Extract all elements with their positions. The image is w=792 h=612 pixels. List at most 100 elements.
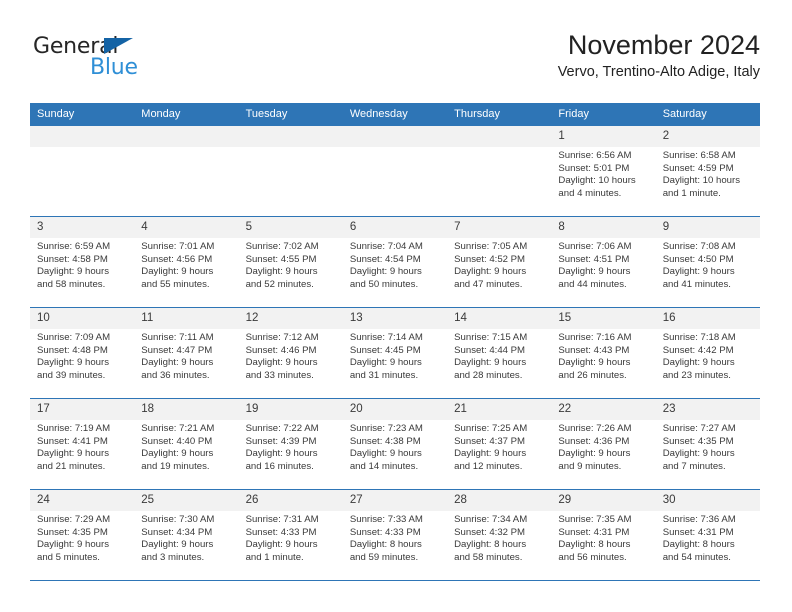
day-details: Sunrise: 7:21 AM Sunset: 4:40 PM Daylight:… [134,420,238,473]
calendar-day-cell[interactable]: 27 Sunrise: 7:33 AM Sunset: 4:33 PM Dayligh… [342,489,448,581]
calendar-day-cell[interactable]: 12 Sunrise: 7:12 AM Sunset: 4:46 PM Dayligh… [238,307,343,399]
day-details: Sunrise: 7:34 AM Sunset: 4:32 PM Daylight:… [447,511,551,564]
day-number [134,126,239,147]
calendar-day-cell[interactable]: 11 Sunrise: 7:11 AM Sunset: 4:47 PM Dayligh… [134,307,239,399]
sunrise-time: Sunrise: 7:29 AM [37,514,111,525]
day-number: 19 [238,399,343,420]
weekday-header-tuesday: Tuesday [238,103,343,126]
calendar-day-cell[interactable]: 22 Sunrise: 7:26 AM Sunset: 4:36 PM Dayligh… [551,398,656,490]
day-number: 28 [447,490,552,511]
sunset-time: Sunset: 4:31 PM [662,526,734,538]
sunrise-time: Sunrise: 7:33 AM [349,514,423,525]
calendar-day-cell[interactable]: 21 Sunrise: 7:25 AM Sunset: 4:37 PM Dayligh… [447,398,552,490]
day-details: Sunrise: 7:22 AM Sunset: 4:39 PM Daylight:… [239,420,343,473]
daylight-duration-line1: Daylight: 9 hours [349,357,422,369]
calendar-day-cell[interactable]: 2 Sunrise: 6:58 AM Sunset: 4:59 PM Daylight… [655,126,760,217]
day-number: 2 [655,126,760,147]
calendar-day-cell[interactable]: 23 Sunrise: 7:27 AM Sunset: 4:35 PM Dayligh… [655,398,760,490]
calendar-day-cell[interactable]: 10 Sunrise: 7:09 AM Sunset: 4:48 PM Dayligh… [30,307,135,399]
sunset-time: Sunset: 4:45 PM [349,344,421,356]
daylight-duration-line1: Daylight: 9 hours [141,448,214,460]
daylight-duration-line1: Daylight: 9 hours [349,448,422,460]
day-number: 15 [551,308,656,329]
sunset-time: Sunset: 4:42 PM [662,344,734,356]
calendar-day-cell[interactable]: 20 Sunrise: 7:23 AM Sunset: 4:38 PM Dayligh… [342,398,448,490]
calendar-day-cell[interactable]: 19 Sunrise: 7:22 AM Sunset: 4:39 PM Dayligh… [238,398,343,490]
sunrise-time: Sunrise: 7:19 AM [37,423,111,434]
day-details: Sunrise: 7:05 AM Sunset: 4:52 PM Daylight:… [447,238,551,291]
day-number: 21 [447,399,552,420]
sunset-time: Sunset: 4:35 PM [37,526,108,538]
sunset-time: Sunset: 4:33 PM [349,526,421,538]
sunset-time: Sunset: 4:39 PM [245,435,317,447]
weekday-header-wednesday: Wednesday [342,103,448,126]
sunset-time: Sunset: 4:56 PM [141,253,213,265]
calendar-day-cell[interactable]: 26 Sunrise: 7:31 AM Sunset: 4:33 PM Dayligh… [238,489,343,581]
daylight-duration-line2: and 28 minutes. [454,369,523,381]
day-details: Sunrise: 7:25 AM Sunset: 4:37 PM Daylight:… [447,420,551,473]
calendar-day-cell[interactable]: 15 Sunrise: 7:16 AM Sunset: 4:43 PM Dayligh… [551,307,656,399]
calendar-day-cell[interactable]: 14 Sunrise: 7:15 AM Sunset: 4:44 PM Dayligh… [447,307,552,399]
sunset-time: Sunset: 4:58 PM [37,253,108,265]
sunrise-time: Sunrise: 7:21 AM [141,423,215,434]
daylight-duration-line2: and 44 minutes. [558,278,627,290]
calendar-day-cell[interactable]: 29 Sunrise: 7:35 AM Sunset: 4:31 PM Dayligh… [551,489,656,581]
daylight-duration-line2: and 23 minutes. [662,369,731,381]
calendar-day-cell[interactable]: 8 Sunrise: 7:06 AM Sunset: 4:51 PM Daylight… [551,216,656,308]
daylight-duration-line1: Daylight: 9 hours [662,357,735,369]
sunrise-time: Sunrise: 7:11 AM [141,332,214,343]
day-number [30,126,135,147]
calendar-day-cell[interactable]: 1 Sunrise: 6:56 AM Sunset: 5:01 PM Daylight… [551,126,656,217]
calendar-day-cell[interactable]: 16 Sunrise: 7:18 AM Sunset: 4:42 PM Dayligh… [655,307,760,399]
day-details: Sunrise: 7:12 AM Sunset: 4:46 PM Daylight:… [239,329,343,382]
day-details: Sunrise: 7:35 AM Sunset: 4:31 PM Daylight:… [551,511,655,564]
daylight-duration-line1: Daylight: 9 hours [558,357,631,369]
day-details: Sunrise: 7:14 AM Sunset: 4:45 PM Daylight:… [343,329,447,382]
day-number: 4 [134,217,239,238]
sunset-time: Sunset: 4:51 PM [558,253,630,265]
sunset-time: Sunset: 4:52 PM [454,253,526,265]
calendar-day-cell[interactable]: 24 Sunrise: 7:29 AM Sunset: 4:35 PM Dayligh… [30,489,135,581]
day-number: 1 [551,126,656,147]
calendar-day-cell-empty [447,126,552,217]
sunrise-time: Sunrise: 7:08 AM [662,241,736,252]
day-details: Sunrise: 7:23 AM Sunset: 4:38 PM Daylight:… [343,420,447,473]
calendar-page: General Blue November 2024 Vervo, Trenti… [0,0,792,612]
day-number: 14 [447,308,552,329]
day-number: 30 [655,490,760,511]
sunrise-time: Sunrise: 7:09 AM [37,332,111,343]
calendar-day-cell[interactable]: 3 Sunrise: 6:59 AM Sunset: 4:58 PM Daylight… [30,216,135,308]
daylight-duration-line1: Daylight: 8 hours [454,539,527,551]
calendar-day-cell[interactable]: 28 Sunrise: 7:34 AM Sunset: 4:32 PM Dayligh… [447,489,552,581]
day-number: 17 [30,399,135,420]
calendar-day-cell[interactable]: 17 Sunrise: 7:19 AM Sunset: 4:41 PM Dayligh… [30,398,135,490]
sunrise-time: Sunrise: 7:04 AM [349,241,423,252]
calendar-day-cell[interactable]: 13 Sunrise: 7:14 AM Sunset: 4:45 PM Dayligh… [342,307,448,399]
daylight-duration-line2: and 54 minutes. [662,551,731,563]
daylight-duration-line2: and 56 minutes. [558,551,627,563]
calendar-day-cell[interactable]: 9 Sunrise: 7:08 AM Sunset: 4:50 PM Daylight… [655,216,760,308]
sunrise-time: Sunrise: 7:06 AM [558,241,632,252]
sunset-time: Sunset: 4:55 PM [245,253,317,265]
calendar-day-cell[interactable]: 5 Sunrise: 7:02 AM Sunset: 4:55 PM Daylight… [238,216,343,308]
day-details: Sunrise: 7:16 AM Sunset: 4:43 PM Daylight:… [551,329,655,382]
daylight-duration-line1: Daylight: 9 hours [454,266,527,278]
sunset-time: Sunset: 4:32 PM [454,526,526,538]
daylight-duration-line2: and 7 minutes. [662,460,726,472]
calendar-day-cell[interactable]: 6 Sunrise: 7:04 AM Sunset: 4:54 PM Daylight… [342,216,448,308]
calendar-day-cell[interactable]: 30 Sunrise: 7:36 AM Sunset: 4:31 PM Dayligh… [655,489,760,581]
sunset-time: Sunset: 4:33 PM [245,526,317,538]
sunset-time: Sunset: 4:46 PM [245,344,317,356]
general-blue-logo[interactable]: General Blue [30,30,250,86]
daylight-duration-line2: and 5 minutes. [37,551,100,563]
sunrise-time: Sunrise: 7:31 AM [245,514,319,525]
sunset-time: Sunset: 4:54 PM [349,253,421,265]
calendar-day-cell[interactable]: 18 Sunrise: 7:21 AM Sunset: 4:40 PM Dayligh… [134,398,239,490]
calendar-day-cell[interactable]: 25 Sunrise: 7:30 AM Sunset: 4:34 PM Dayligh… [134,489,239,581]
calendar-day-cell[interactable]: 7 Sunrise: 7:05 AM Sunset: 4:52 PM Daylight… [447,216,552,308]
logo-text-blue: Blue [90,55,138,80]
daylight-duration-line2: and 55 minutes. [141,278,210,290]
calendar-day-cell[interactable]: 4 Sunrise: 7:01 AM Sunset: 4:56 PM Daylight… [134,216,239,308]
daylight-duration-line1: Daylight: 10 hours [558,175,636,187]
day-details: Sunrise: 7:36 AM Sunset: 4:31 PM Daylight:… [656,511,760,564]
